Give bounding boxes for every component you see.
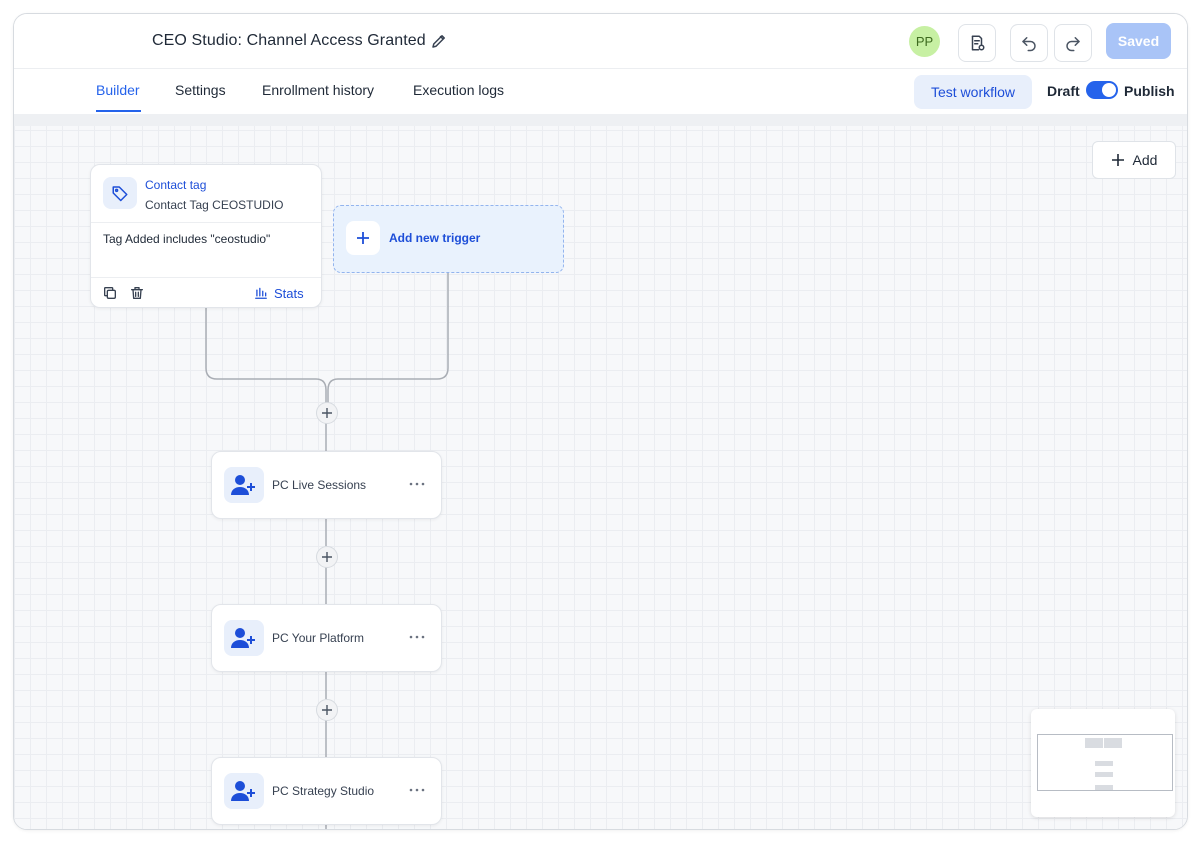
- redo-button[interactable]: [1054, 24, 1092, 62]
- add-user-icon: [224, 773, 264, 809]
- minimap[interactable]: [1031, 709, 1175, 817]
- test-workflow-button[interactable]: Test workflow: [914, 75, 1032, 109]
- publish-label: Publish: [1124, 83, 1175, 99]
- action-label: PC Strategy Studio: [272, 784, 375, 798]
- plus-icon: [346, 221, 380, 255]
- add-button[interactable]: Add: [1092, 141, 1176, 179]
- add-step-button[interactable]: [316, 402, 338, 424]
- pencil-icon[interactable]: [430, 32, 448, 50]
- trash-icon[interactable]: [129, 285, 145, 301]
- tab-enrollment-history[interactable]: Enrollment history: [262, 82, 374, 98]
- add-user-icon: [224, 620, 264, 656]
- action-card[interactable]: PC Live Sessions: [211, 451, 442, 519]
- trigger-name: Contact Tag CEOSTUDIO: [145, 198, 284, 212]
- logs-button[interactable]: [958, 24, 996, 62]
- document-check-icon: [971, 35, 985, 51]
- trigger-type: Contact tag: [145, 178, 207, 192]
- bar-chart-icon: [255, 287, 267, 299]
- minimap-node: [1085, 738, 1103, 748]
- draft-label: Draft: [1047, 83, 1080, 99]
- stats-label: Stats: [274, 285, 304, 301]
- divider: [91, 277, 321, 278]
- action-card[interactable]: PC Strategy Studio: [211, 757, 442, 825]
- app-window: CEO Studio: Channel Access Granted PP Sa…: [13, 13, 1188, 830]
- avatar[interactable]: PP: [909, 26, 940, 57]
- add-step-button[interactable]: [316, 699, 338, 721]
- minimap-node: [1095, 785, 1113, 790]
- saved-button[interactable]: Saved: [1106, 23, 1171, 59]
- undo-button[interactable]: [1010, 24, 1048, 62]
- active-tab-indicator: [96, 110, 141, 112]
- stats-button[interactable]: Stats: [254, 285, 304, 301]
- action-label: PC Your Platform: [272, 631, 365, 645]
- minimap-node: [1095, 761, 1113, 766]
- add-trigger-card[interactable]: Add new trigger: [333, 205, 564, 273]
- undo-icon: [1022, 37, 1036, 52]
- workflow-title[interactable]: CEO Studio: Channel Access Granted: [152, 32, 426, 50]
- minimap-node: [1104, 738, 1122, 748]
- trigger-card[interactable]: Contact tag Contact Tag CEOSTUDIO Tag Ad…: [90, 164, 322, 308]
- copy-icon[interactable]: [102, 285, 118, 301]
- add-trigger-label: Add new trigger: [389, 231, 481, 245]
- add-step-button[interactable]: [316, 546, 338, 568]
- more-icon[interactable]: [408, 784, 426, 796]
- toggle-knob: [1102, 83, 1116, 97]
- tab-execution-logs[interactable]: Execution logs: [413, 82, 504, 98]
- publish-toggle[interactable]: [1086, 81, 1118, 99]
- redo-icon: [1066, 37, 1080, 52]
- minimap-node: [1095, 772, 1113, 777]
- header-bar: CEO Studio: Channel Access Granted PP Sa…: [14, 14, 1187, 69]
- divider: [91, 222, 321, 223]
- workflow-canvas[interactable]: Add Contact tag Contact Tag CEOSTUDIO Ta…: [14, 114, 1187, 829]
- plus-icon: [322, 705, 332, 715]
- add-user-icon: [224, 467, 264, 503]
- tab-builder[interactable]: Builder: [96, 82, 140, 98]
- add-button-label: Add: [1132, 152, 1158, 168]
- action-card[interactable]: PC Your Platform: [211, 604, 442, 672]
- action-label: PC Live Sessions: [272, 478, 367, 492]
- tab-bar: Builder Settings Enrollment history Exec…: [14, 69, 1187, 113]
- tab-settings[interactable]: Settings: [175, 82, 226, 98]
- more-icon[interactable]: [408, 478, 426, 490]
- trigger-condition: Tag Added includes "ceostudio": [103, 232, 271, 246]
- plus-icon: [322, 552, 332, 562]
- plus-icon: [1111, 154, 1124, 166]
- more-icon[interactable]: [408, 631, 426, 643]
- plus-icon: [322, 408, 332, 418]
- tag-icon: [103, 177, 137, 209]
